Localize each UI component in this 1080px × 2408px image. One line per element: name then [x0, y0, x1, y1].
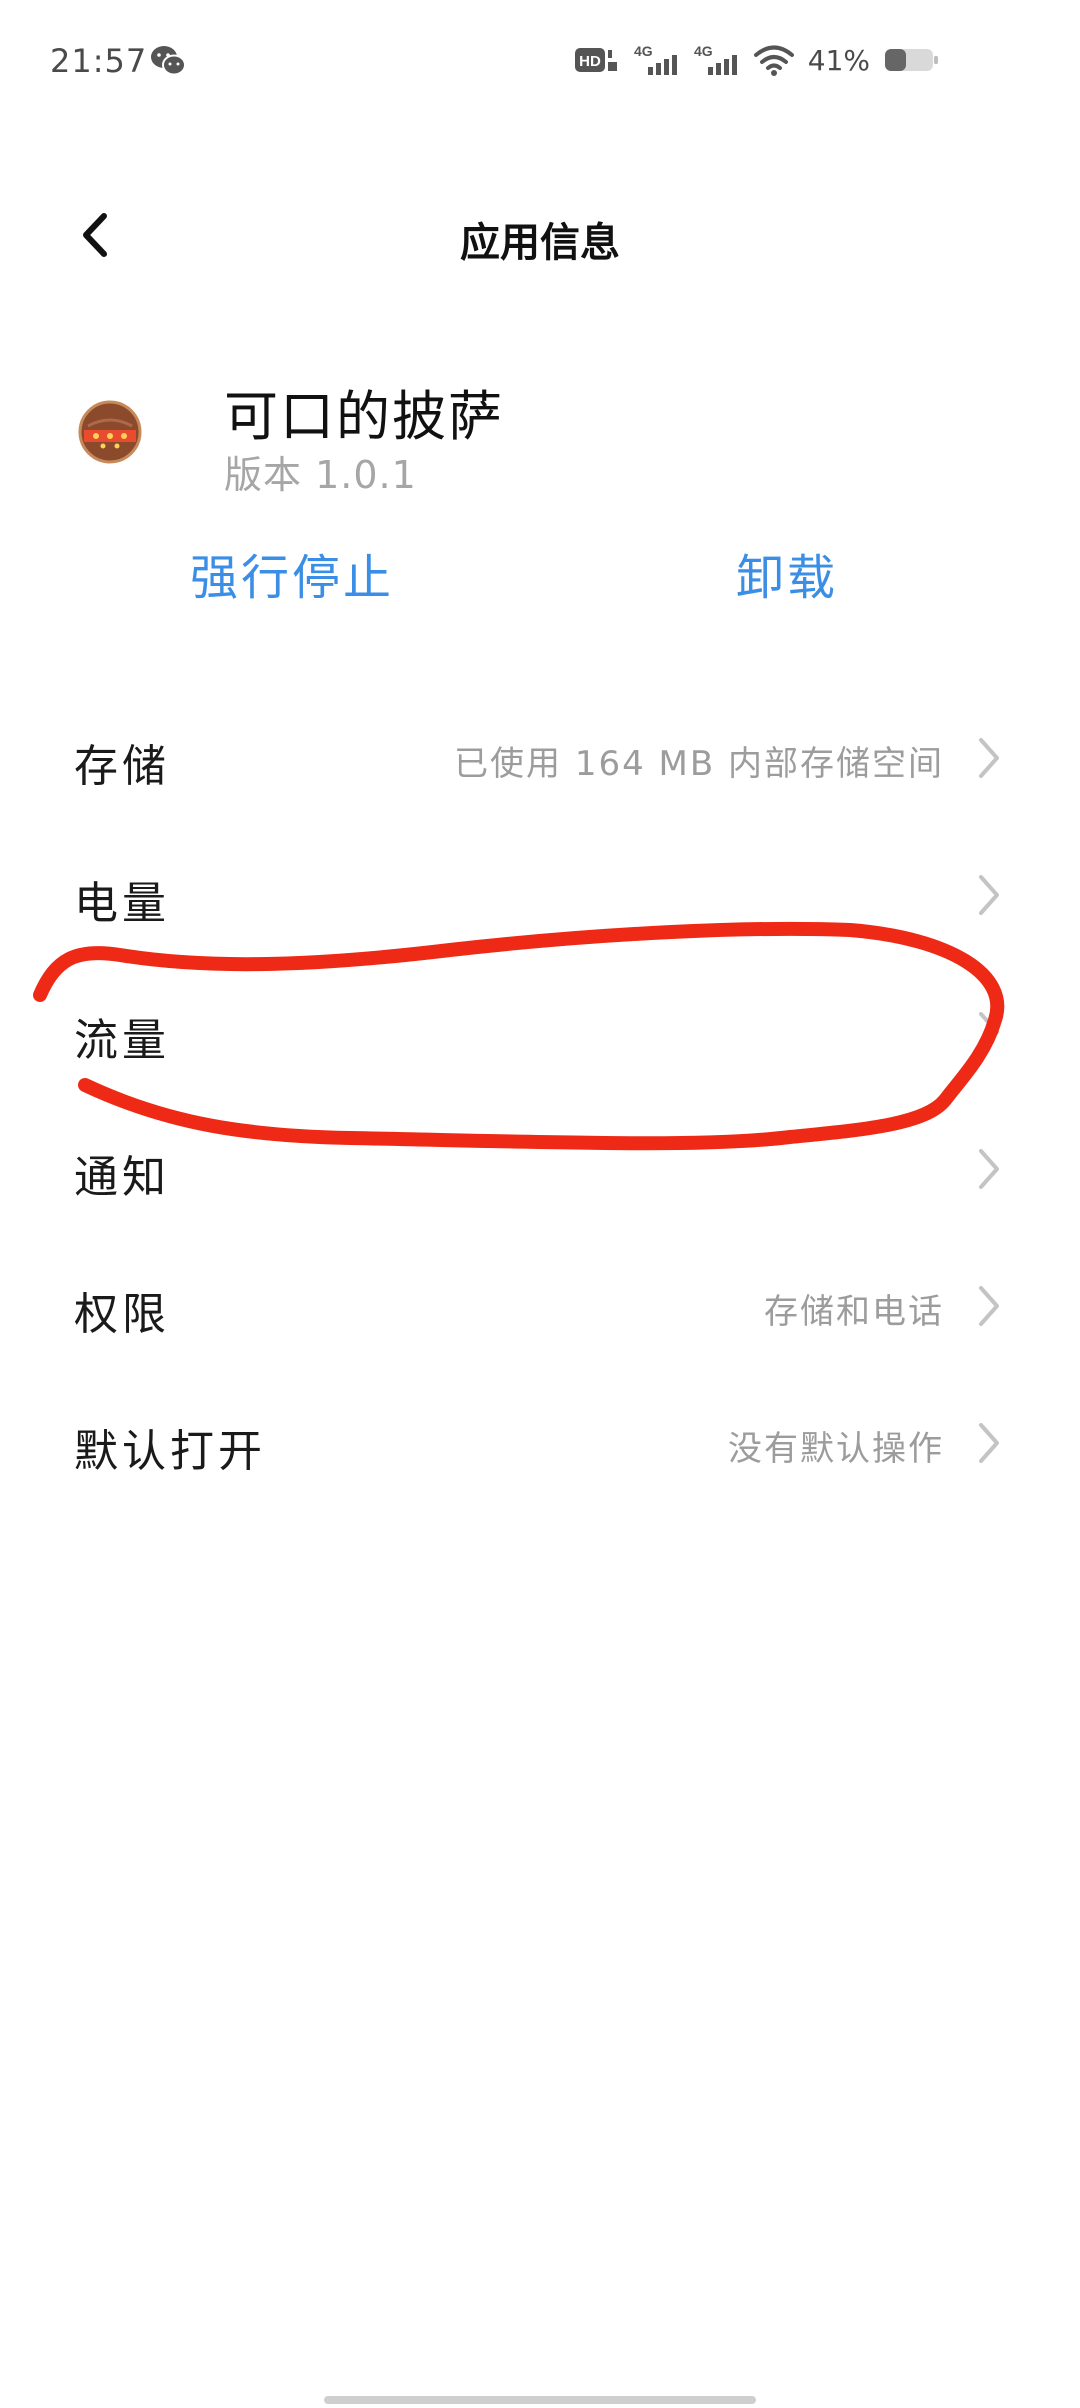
app-name: 可口的披萨	[224, 385, 504, 448]
force-stop-button[interactable]: 强行停止	[190, 538, 394, 608]
settings-row-permissions[interactable]: 权限 存储和电话	[0, 1238, 1080, 1375]
chevron-right-icon	[979, 1423, 999, 1463]
app-version: 版本 1.0.1	[224, 453, 417, 497]
settings-row-data-usage[interactable]: 流量	[0, 964, 1080, 1101]
chevron-right-icon	[979, 875, 999, 915]
chevron-right-icon	[979, 738, 999, 778]
pizza-icon	[78, 400, 142, 464]
signal-4g-icon: 4G	[694, 43, 737, 75]
settings-row-open-by-default[interactable]: 默认打开 没有默认操作	[0, 1375, 1080, 1512]
row-label: 流量	[74, 1015, 170, 1066]
signal-4g-icon: 4G	[634, 43, 677, 75]
row-label: 存储	[74, 741, 170, 792]
chevron-right-icon	[979, 1012, 999, 1052]
battery-icon	[885, 49, 938, 71]
settings-row-battery[interactable]: 电量	[0, 827, 1080, 964]
row-label: 默认打开	[74, 1426, 266, 1477]
wifi-icon	[753, 45, 794, 76]
status-bar: 21:57 HD 4G 4G 41%	[0, 0, 1080, 120]
row-label: 电量	[74, 878, 170, 929]
hd-label: HD	[579, 53, 601, 70]
settings-row-notifications[interactable]: 通知	[0, 1101, 1080, 1238]
uninstall-button[interactable]: 卸载	[736, 538, 838, 608]
home-indicator[interactable]	[324, 2396, 756, 2404]
settings-list: 存储 已使用 164 MB 内部存储空间 电量 流量 通知 权限 存储和电话 默…	[0, 690, 1080, 1512]
header: 应用信息	[0, 180, 1080, 290]
status-icons: HD 4G 4G 41%	[574, 40, 940, 80]
app-info-screen: 21:57 HD 4G 4G 41% 应用信息 可口的披萨 版本 1.0.1 强…	[0, 0, 1080, 2408]
chevron-right-icon	[979, 1286, 999, 1326]
settings-row-storage[interactable]: 存储 已使用 164 MB 内部存储空间	[0, 690, 1080, 827]
network-type-label: 4G	[694, 43, 713, 59]
row-value: 已使用 164 MB 内部存储空间	[454, 744, 944, 784]
row-value: 没有默认操作	[728, 1429, 944, 1469]
wechat-icon	[151, 46, 186, 76]
row-value: 存储和电话	[764, 1292, 944, 1332]
battery-percent: 41%	[807, 43, 870, 77]
row-label: 权限	[74, 1289, 170, 1340]
network-type-label: 4G	[634, 43, 653, 59]
hd-icon: HD	[574, 48, 617, 72]
page-title: 应用信息	[460, 220, 620, 266]
chevron-right-icon	[979, 1149, 999, 1189]
row-label: 通知	[74, 1152, 170, 1203]
status-time: 21:57	[50, 42, 148, 80]
